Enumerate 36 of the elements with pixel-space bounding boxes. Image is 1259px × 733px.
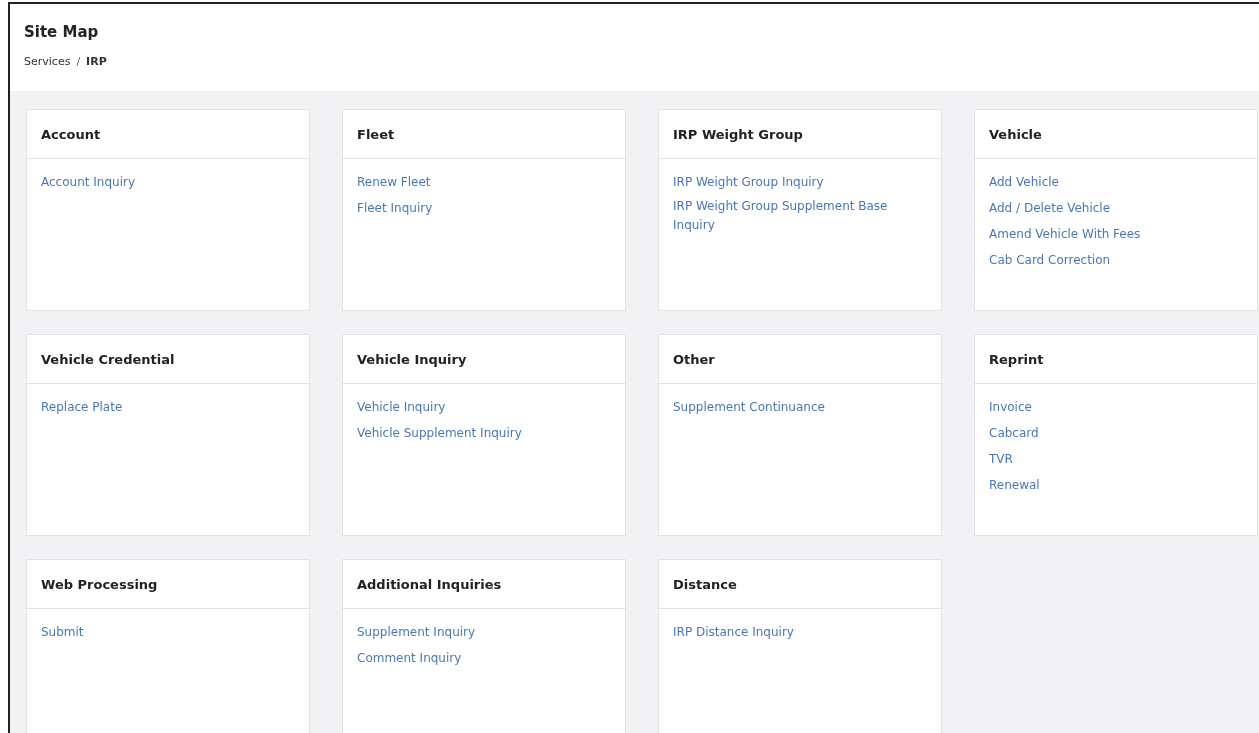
link[interactable]: Supplement Inquiry	[357, 623, 476, 642]
card-title: Account	[41, 126, 101, 142]
link[interactable]: Submit	[41, 623, 84, 642]
breadcrumb-separator: /	[76, 55, 81, 68]
card-title: Vehicle Credential	[41, 351, 175, 367]
link[interactable]: IRP Weight Group Supplement Base Inquiry	[673, 197, 927, 235]
link[interactable]: Cabcard	[989, 424, 1039, 443]
card-title: Vehicle Inquiry	[357, 351, 467, 367]
link[interactable]: Account Inquiry	[41, 173, 135, 192]
card-title: Additional Inquiries	[357, 576, 502, 592]
link[interactable]: TVR	[989, 450, 1013, 469]
page-title: Site Map	[24, 23, 99, 41]
card-title: Reprint	[989, 351, 1044, 367]
breadcrumb-item: IRP	[86, 55, 107, 68]
link[interactable]: Fleet Inquiry	[357, 199, 433, 218]
link[interactable]: Vehicle Inquiry	[357, 398, 446, 417]
card-title: Distance	[673, 576, 737, 592]
card-title: Web Processing	[41, 576, 158, 592]
link[interactable]: Amend Vehicle With Fees	[989, 225, 1141, 244]
link[interactable]: Supplement Continuance	[673, 398, 825, 417]
link[interactable]: Vehicle Supplement Inquiry	[357, 424, 522, 443]
link[interactable]: Renewal	[989, 476, 1040, 495]
link[interactable]: Cab Card Correction	[989, 251, 1111, 270]
link[interactable]: Renew Fleet	[357, 173, 431, 192]
link[interactable]: Add / Delete Vehicle	[989, 199, 1111, 218]
card-title: Vehicle	[989, 126, 1042, 142]
link[interactable]: Add Vehicle	[989, 173, 1059, 192]
card-title: IRP Weight Group	[673, 126, 803, 142]
breadcrumb-item[interactable]: Services	[24, 55, 71, 68]
card-title: Other	[673, 351, 715, 367]
link[interactable]: IRP Weight Group Inquiry	[673, 173, 824, 192]
link[interactable]: Comment Inquiry	[357, 649, 462, 668]
link[interactable]: IRP Distance Inquiry	[673, 623, 794, 642]
link[interactable]: Replace Plate	[41, 398, 123, 417]
link[interactable]: Invoice	[989, 398, 1032, 417]
card-title: Fleet	[357, 126, 395, 142]
